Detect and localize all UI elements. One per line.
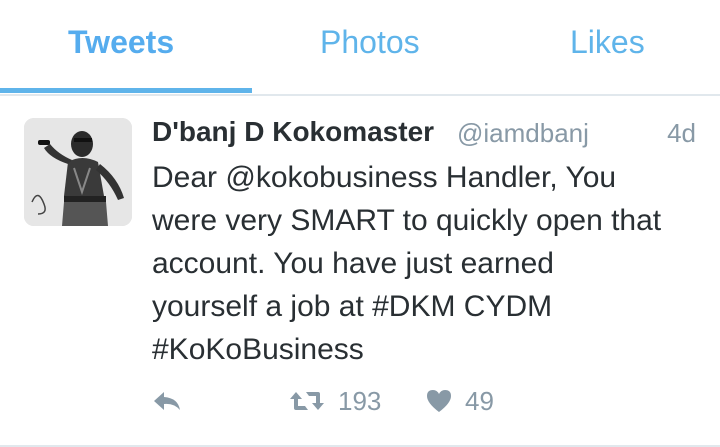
active-tab-indicator [0, 88, 252, 93]
retweet-count: 193 [338, 385, 382, 416]
tweet-actions: 193 49 [152, 381, 697, 421]
like-button[interactable]: 49 [425, 381, 494, 421]
tweet-header: D'banj D Kokomaster @iamdbanj 4d [152, 116, 696, 154]
author-handle[interactable]: @iamdbanj [457, 118, 589, 149]
retweet-button[interactable]: 193 [288, 381, 381, 421]
tweet-timestamp[interactable]: 4d [667, 118, 696, 149]
tweet-text-line: #KoKoBusiness [152, 333, 364, 366]
profile-tabs: Tweets Photos Likes [0, 0, 720, 96]
author-name[interactable]: D'banj D Kokomaster [152, 116, 434, 148]
reply-icon [154, 392, 180, 410]
reply-button[interactable] [152, 381, 182, 421]
retweet-icon [290, 392, 324, 410]
tweet-text: Dear @kokobusiness Handler, You were ver… [152, 156, 697, 371]
tweet-card[interactable]: D'banj D Kokomaster @iamdbanj 4d Dear @k… [0, 96, 720, 447]
tab-tweets[interactable]: Tweets [68, 24, 174, 61]
tweet-text-line: were very SMART to quickly open that [152, 204, 662, 237]
like-count: 49 [465, 385, 494, 416]
heart-icon [427, 390, 451, 412]
tweet-text-line: yourself a job at #DKM CYDM [152, 290, 553, 323]
profile-photo [24, 118, 132, 226]
avatar[interactable] [24, 118, 132, 226]
tweet-text-line: account. You have just earned [152, 247, 554, 280]
tweet-text-line: Dear @kokobusiness Handler, You [152, 161, 617, 194]
tab-likes[interactable]: Likes [570, 24, 645, 61]
tab-photos[interactable]: Photos [320, 24, 420, 61]
